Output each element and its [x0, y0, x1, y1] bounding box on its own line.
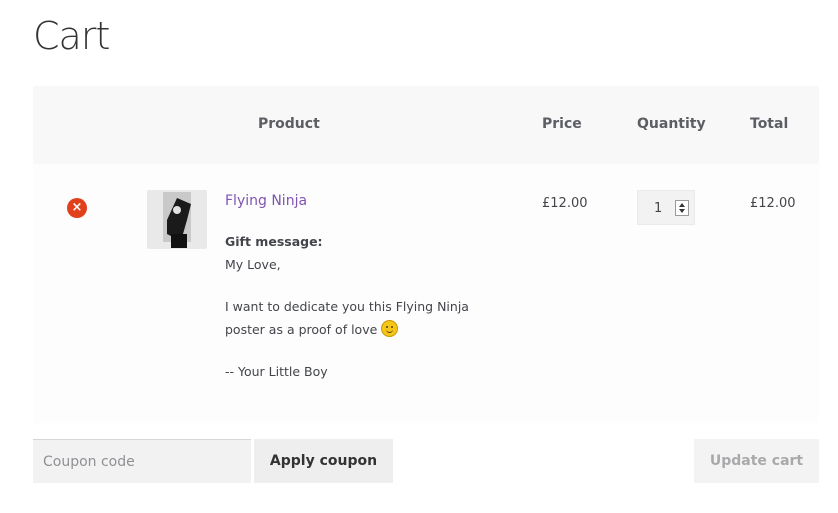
item-total: £12.00	[750, 196, 796, 211]
table-header: Product Price Quantity Total	[33, 86, 819, 164]
gift-line-text: poster as a proof of love	[225, 322, 378, 337]
gift-line: I want to dedicate you this Flying Ninja	[225, 299, 469, 314]
quantity-value[interactable]: 1	[654, 201, 662, 216]
header-total: Total	[750, 116, 789, 132]
poster-image-icon	[163, 192, 191, 248]
item-price: £12.00	[542, 196, 588, 211]
coupon-code-input[interactable]	[33, 439, 251, 483]
gift-line: poster as a proof of love	[225, 318, 485, 341]
page-title: Cart	[33, 14, 110, 58]
quantity-stepper[interactable]: 1	[637, 190, 695, 225]
update-cart-button[interactable]: Update cart	[694, 439, 819, 483]
header-product: Product	[258, 116, 320, 132]
gift-message: Gift message: My Love, I want to dedicat…	[225, 230, 485, 383]
spinner-down-icon[interactable]	[679, 209, 685, 213]
product-link[interactable]: Flying Ninja	[225, 193, 307, 209]
header-price: Price	[542, 116, 582, 132]
smiley-emoji-icon	[381, 320, 399, 337]
spinner-up-icon[interactable]	[679, 203, 685, 207]
gift-message-label: Gift message:	[225, 234, 323, 249]
remove-x-icon[interactable]: ×	[67, 198, 87, 218]
apply-coupon-button[interactable]: Apply coupon	[254, 439, 393, 483]
product-thumbnail[interactable]	[147, 190, 207, 249]
gift-line: -- Your Little Boy	[225, 364, 328, 379]
spinner-arrows-icon[interactable]	[675, 200, 689, 216]
header-quantity: Quantity	[637, 116, 706, 132]
gift-line: My Love,	[225, 257, 281, 272]
